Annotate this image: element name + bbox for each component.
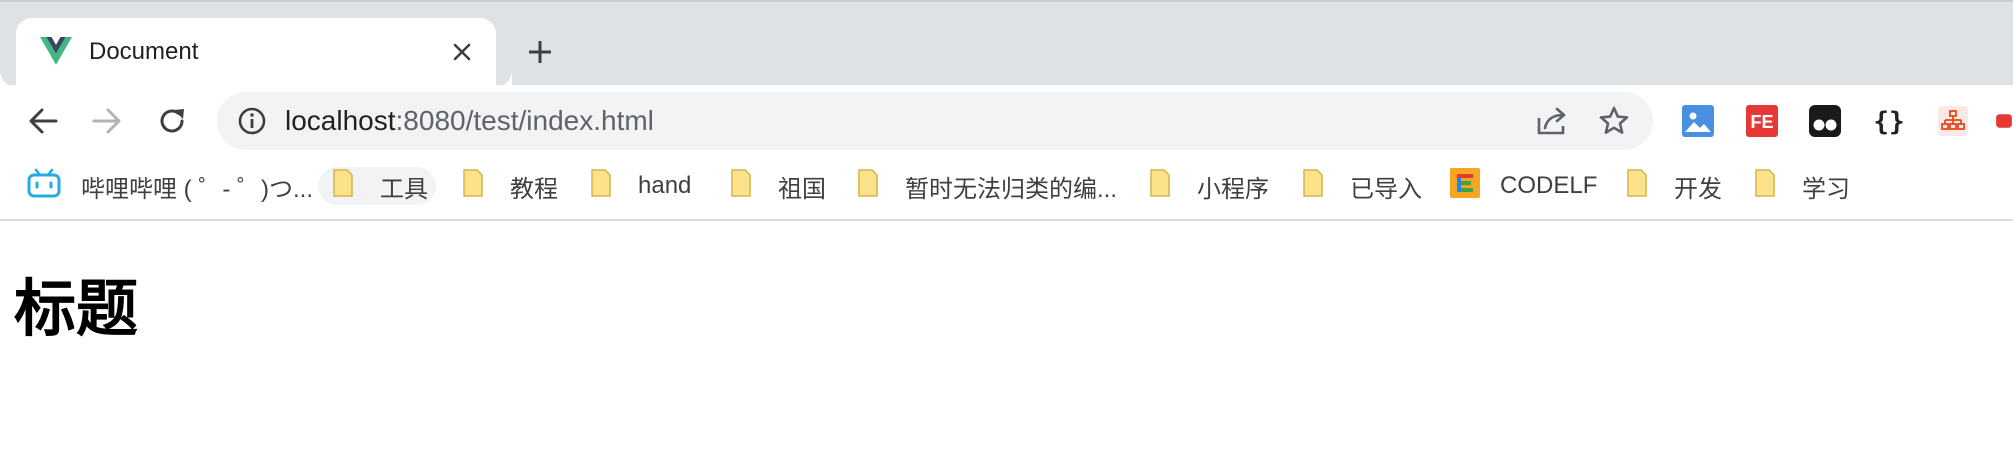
svg-text:FE: FE — [1750, 112, 1773, 132]
folder-icon — [332, 168, 354, 204]
folder-icon — [857, 168, 879, 204]
site-info-icon[interactable] — [237, 106, 267, 136]
bookmark-label: 已导入 — [1350, 175, 1422, 203]
bookmark-label: 小程序 — [1197, 175, 1269, 203]
bookmark-label: 工具 — [380, 175, 428, 203]
url-text[interactable]: localhost:8080/test/index.html — [285, 106, 654, 136]
back-arrow-icon[interactable] — [21, 99, 65, 143]
red-extension-icon[interactable] — [1995, 104, 2013, 138]
bookmark-folder-uncategorized[interactable]: 暂时无法归类的编... — [857, 167, 1117, 205]
tab-strip: Document — [0, 0, 2013, 87]
bookmark-codelf[interactable]: CODELF — [1450, 167, 1597, 205]
bookmark-label: hand — [638, 172, 692, 199]
forward-arrow-icon[interactable] — [85, 99, 129, 143]
bookmark-label: CODELF — [1500, 172, 1598, 199]
bookmark-folder-miniprogram[interactable]: 小程序 — [1149, 167, 1269, 205]
tab-document[interactable]: Document — [16, 18, 512, 87]
bookmark-label: 教程 — [510, 175, 558, 203]
tab-title: Document — [89, 38, 199, 65]
bookmark-folder-tools[interactable]: 工具 — [318, 167, 436, 205]
image-extension-icon[interactable] — [1681, 104, 1715, 138]
bookmark-folder-hand[interactable]: hand — [590, 167, 691, 205]
browser-toolbar: localhost:8080/test/index.html FE {} — [0, 85, 2013, 157]
bookmark-star-icon[interactable] — [1597, 104, 1631, 138]
reload-icon[interactable] — [150, 99, 194, 143]
bookmarks-bar: 哔哩哔哩 ( ゜- ゜)つ... 工具 教程 hand 祖国 暂时无法归类的编.… — [0, 157, 2013, 221]
new-tab-plus-icon[interactable] — [522, 34, 558, 70]
vue-logo-icon — [40, 36, 72, 66]
address-bar[interactable]: localhost:8080/test/index.html — [217, 92, 1653, 150]
close-tab-icon[interactable] — [450, 40, 474, 64]
bookmark-label: 学习 — [1802, 175, 1850, 203]
url-path: :8080/test/index.html — [395, 105, 654, 136]
folder-icon — [1302, 168, 1324, 204]
bookmark-label: 祖国 — [778, 175, 826, 203]
bilibili-icon — [27, 168, 61, 205]
folder-icon — [730, 168, 752, 204]
folder-icon — [590, 168, 612, 204]
svg-text:{}: {} — [1873, 107, 1904, 137]
sitemap-extension-icon[interactable] — [1936, 104, 1970, 138]
bookmark-label: 暂时无法归类的编... — [905, 175, 1118, 203]
bookmark-folder-motherland[interactable]: 祖国 — [730, 167, 826, 205]
json-formatter-icon[interactable]: {} — [1872, 104, 1906, 138]
bookmark-bilibili[interactable]: 哔哩哔哩 ( ゜- ゜)つ... — [27, 167, 313, 205]
page-heading: 标题 — [14, 272, 139, 345]
share-icon[interactable] — [1535, 104, 1569, 138]
folder-icon — [1149, 168, 1171, 204]
codelf-icon — [1450, 167, 1480, 205]
tampermonkey-icon[interactable] — [1808, 104, 1842, 138]
bookmark-folder-tutorials[interactable]: 教程 — [462, 167, 558, 205]
fe-helper-icon[interactable]: FE — [1745, 104, 1779, 138]
url-host: localhost — [285, 105, 396, 136]
bookmark-label: 开发 — [1674, 175, 1722, 203]
folder-icon — [1626, 168, 1648, 204]
bookmark-folder-imported[interactable]: 已导入 — [1302, 167, 1422, 205]
bookmark-folder-development[interactable]: 开发 — [1626, 167, 1722, 205]
bookmark-label: 哔哩哔哩 ( ゜- ゜)つ... — [81, 175, 313, 203]
folder-icon — [462, 168, 484, 204]
bookmark-folder-study[interactable]: 学习 — [1754, 167, 1850, 205]
folder-icon — [1754, 168, 1776, 204]
